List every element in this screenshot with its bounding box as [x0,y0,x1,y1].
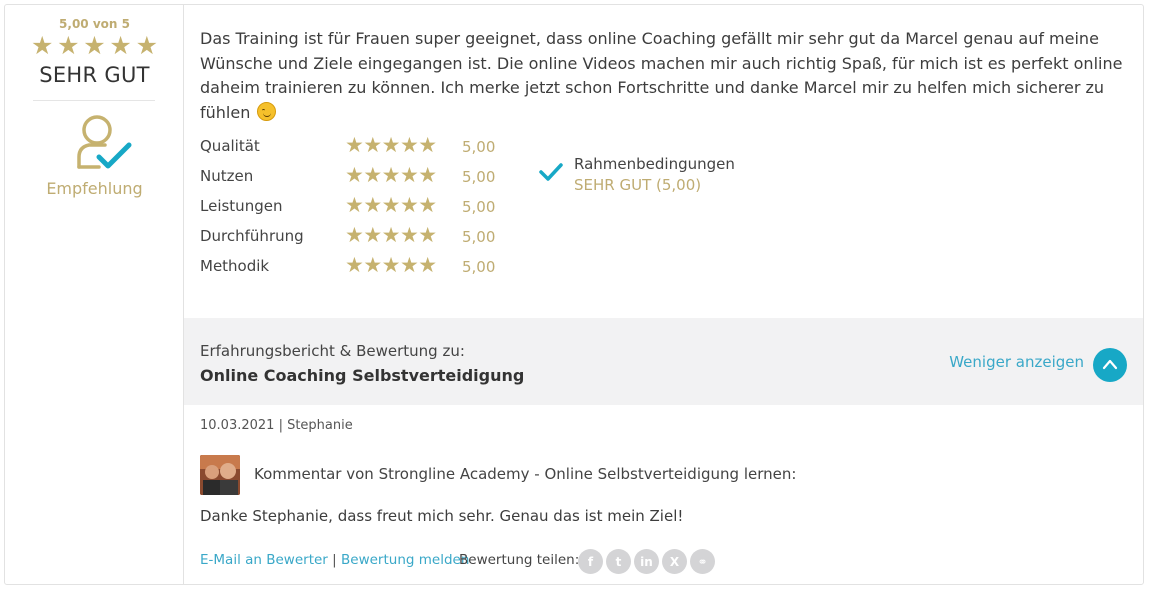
separator: | [332,552,337,568]
smiling-face-icon [257,101,277,121]
show-less-button[interactable] [1093,348,1127,382]
star-icon: ★ [31,31,54,60]
review-meta: 10.03.2021 | Stephanie [200,418,353,433]
course-title: Online Coaching Selbstverteidigung [200,366,525,385]
criteria-value: 5,00 [462,138,496,156]
review-body: Das Training ist für Frauen super geeign… [200,29,1123,122]
criteria-row: Qualität ★★★★★ 5,00 [200,132,520,162]
star-icon: ★★★★★ [345,253,437,277]
checkmark-icon [539,163,563,181]
email-reviewer-link[interactable]: E-Mail an Bewerter [200,552,328,568]
course-info-band: Erfahrungsbericht & Bewertung zu: Online… [184,318,1143,405]
star-icon: ★ [109,31,132,60]
avatar [200,455,240,495]
divider [33,100,155,101]
overall-score: 5,00 von 5 [59,17,130,31]
overall-rating-panel: 5,00 von 5 ★ ★ ★ ★ ★ SEHR GUT Empfehlung [5,5,184,584]
star-icon: ★ [83,31,106,60]
facebook-icon[interactable]: f [578,549,603,574]
criteria-row: Durchführung ★★★★★ 5,00 [200,222,520,252]
star-icon: ★★★★★ [345,223,437,247]
framework-value: SEHR GUT (5,00) [574,176,702,194]
criteria-value: 5,00 [462,198,496,216]
linkedin-icon[interactable]: in [634,549,659,574]
star-icon: ★★★★★ [345,133,437,157]
report-review-link[interactable]: Bewertung melden [341,552,469,568]
xing-icon[interactable]: X [662,549,687,574]
criteria-row: Leistungen ★★★★★ 5,00 [200,192,520,222]
show-less-link[interactable]: Weniger anzeigen [949,353,1084,371]
criteria-value: 5,00 [462,258,496,276]
comment-author-label: Kommentar von Strongline Academy - Onlin… [254,465,797,483]
criteria-label: Leistungen [200,197,283,215]
criteria-value: 5,00 [462,228,496,246]
star-icon: ★★★★★ [345,163,437,187]
user-check-icon [77,115,132,169]
review-text: Das Training ist für Frauen super geeign… [200,27,1130,125]
framework-title: Rahmenbedingungen [574,155,735,173]
overall-verdict: SEHR GUT [39,63,150,87]
share-icons: f t in X ⚭ [578,549,715,574]
criteria-label: Durchführung [200,227,304,245]
overall-stars: ★ ★ ★ ★ ★ [31,31,158,61]
star-icon: ★★★★★ [345,193,437,217]
criteria-value: 5,00 [462,168,496,186]
criteria-label: Methodik [200,257,270,275]
share-label: Bewertung teilen: [459,552,580,568]
star-icon: ★ [57,31,80,60]
twitter-icon[interactable]: t [606,549,631,574]
review-actions: E-Mail an Bewerter | Bewertung melden [200,552,469,568]
chevron-up-icon [1102,359,1118,370]
criteria-row: Methodik ★★★★★ 5,00 [200,252,520,282]
criteria-list: Qualität ★★★★★ 5,00 Nutzen ★★★★★ 5,00 Le… [200,132,520,282]
recommend-label: Empfehlung [46,179,143,198]
criteria-label: Nutzen [200,167,254,185]
review-card: 5,00 von 5 ★ ★ ★ ★ ★ SEHR GUT Empfehlung… [4,4,1144,585]
band-label: Erfahrungsbericht & Bewertung zu: [200,342,465,360]
comment-text: Danke Stephanie, dass freut mich sehr. G… [200,507,684,525]
criteria-row: Nutzen ★★★★★ 5,00 [200,162,520,192]
criteria-label: Qualität [200,137,260,155]
link-icon[interactable]: ⚭ [690,549,715,574]
avatar-image [200,455,240,495]
star-icon: ★ [135,31,158,60]
